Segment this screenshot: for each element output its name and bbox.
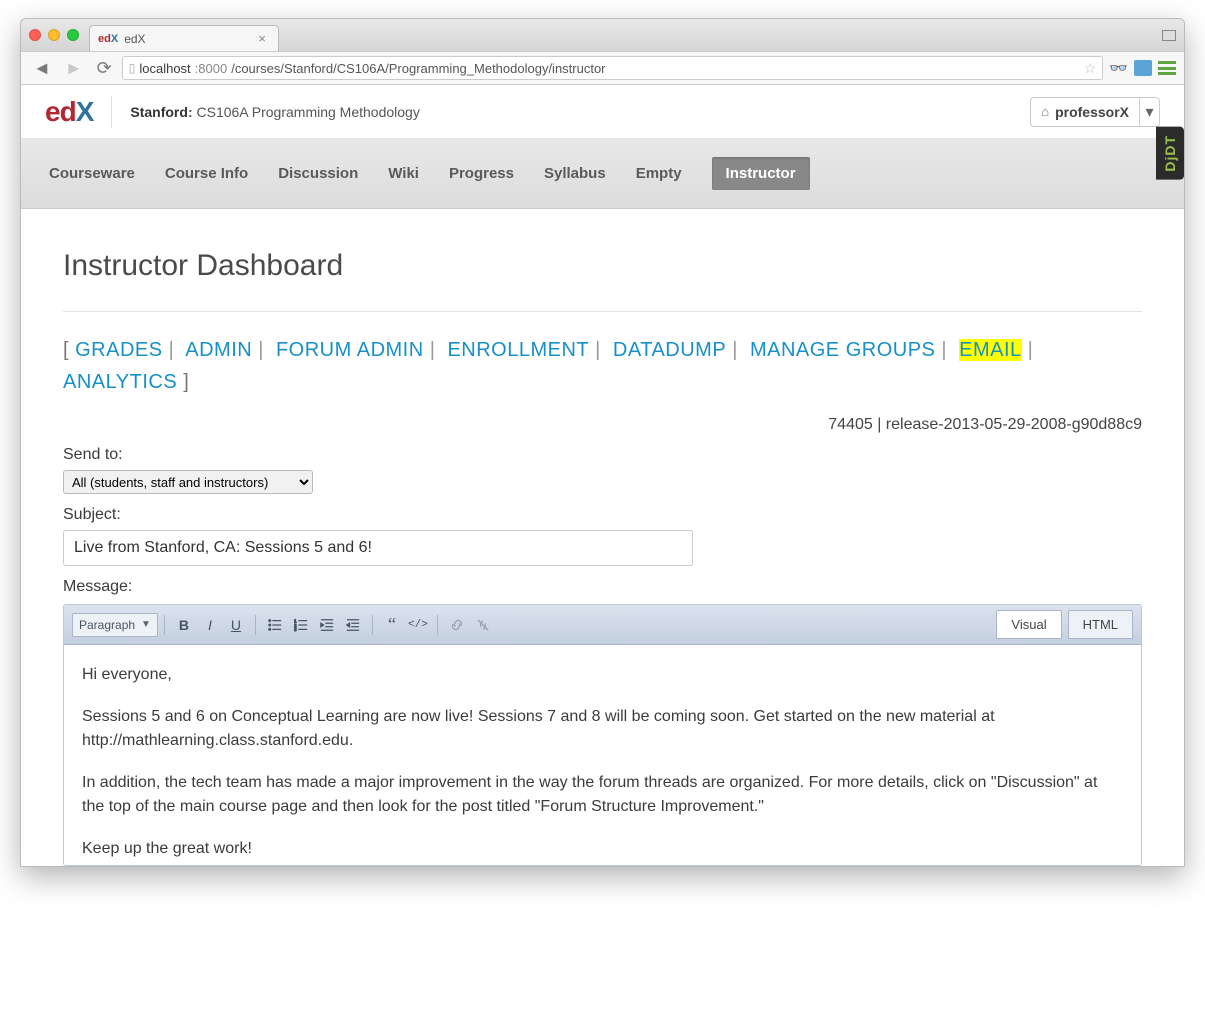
divider: [111, 96, 112, 128]
link-button[interactable]: [444, 613, 470, 637]
unlink-button[interactable]: [470, 613, 496, 637]
rich-text-editor: Paragraph▼ B I U 123: [63, 604, 1142, 866]
user-dropdown-caret[interactable]: ▾: [1139, 98, 1159, 126]
page-title: Instructor Dashboard: [63, 249, 1142, 312]
sublink-enrollment[interactable]: ENROLLMENT: [447, 339, 589, 361]
nav-discussion[interactable]: Discussion: [278, 165, 358, 182]
bookmark-icon[interactable]: ☆: [1084, 60, 1097, 77]
message-paragraph: In addition, the tech team has made a ma…: [82, 771, 1123, 819]
close-tab-button[interactable]: ×: [254, 31, 270, 46]
zoom-window-button[interactable]: [67, 29, 79, 41]
italic-button[interactable]: I: [197, 613, 223, 637]
bold-button[interactable]: B: [171, 613, 197, 637]
editor-toolbar: Paragraph▼ B I U 123: [64, 605, 1141, 645]
url-host: localhost: [139, 61, 190, 76]
svg-text:3: 3: [294, 627, 297, 632]
tab-title: edX: [124, 32, 145, 46]
nav-course-info[interactable]: Course Info: [165, 165, 248, 182]
sublink-forum-admin[interactable]: FORUM ADMIN: [276, 339, 424, 361]
window-box-icon[interactable]: [1162, 30, 1176, 41]
blockquote-button[interactable]: “: [379, 613, 405, 637]
browser-tab[interactable]: edX edX ×: [89, 25, 279, 51]
course-title: Stanford: CS106A Programming Methodology: [130, 104, 419, 120]
sublink-email[interactable]: EMAIL: [959, 339, 1022, 361]
message-paragraph: Keep up the great work!: [82, 837, 1123, 861]
page-icon: ▯: [129, 61, 136, 75]
extension-icon[interactable]: 👓: [1109, 59, 1128, 77]
forward-button[interactable]: ►: [61, 58, 87, 79]
home-icon: ⌂: [1041, 104, 1049, 119]
sublink-manage-groups[interactable]: MANAGE GROUPS: [750, 339, 935, 361]
sublink-admin[interactable]: ADMIN: [185, 339, 252, 361]
format-select[interactable]: Paragraph▼: [72, 613, 158, 637]
browser-tab-strip: edX edX ×: [21, 19, 1184, 51]
close-window-button[interactable]: [29, 29, 41, 41]
site-header: edX Stanford: CS106A Programming Methodo…: [21, 85, 1184, 139]
nav-courseware[interactable]: Courseware: [49, 165, 135, 182]
code-button[interactable]: </>: [405, 613, 431, 637]
url-port: :8000: [195, 61, 228, 76]
course-nav: Courseware Course Info Discussion Wiki P…: [21, 139, 1184, 209]
sublink-analytics[interactable]: ANALYTICS: [63, 371, 177, 393]
subject-label: Subject:: [63, 506, 1142, 524]
chrome-menu-button[interactable]: [1158, 61, 1176, 75]
nav-empty[interactable]: Empty: [636, 165, 682, 182]
bullet-list-button[interactable]: [262, 613, 288, 637]
sendto-select[interactable]: All (students, staff and instructors): [63, 470, 313, 494]
message-paragraph: Hi everyone,: [82, 663, 1123, 687]
html-tab[interactable]: HTML: [1068, 610, 1133, 639]
edx-logo[interactable]: edX: [45, 96, 93, 128]
number-list-button[interactable]: 123: [288, 613, 314, 637]
url-path: /courses/Stanford/CS106A/Programming_Met…: [231, 61, 605, 76]
nav-progress[interactable]: Progress: [449, 165, 514, 182]
message-paragraph: Sessions 5 and 6 on Conceptual Learning …: [82, 705, 1123, 753]
indent-button[interactable]: [340, 613, 366, 637]
sendto-label: Send to:: [63, 446, 1142, 464]
outdent-button[interactable]: [314, 613, 340, 637]
message-label: Message:: [63, 578, 1142, 596]
subject-input[interactable]: [63, 530, 693, 566]
underline-button[interactable]: U: [223, 613, 249, 637]
reload-button[interactable]: ⟳: [93, 58, 116, 79]
url-field[interactable]: ▯ localhost :8000/courses/Stanford/CS106A…: [122, 56, 1104, 80]
release-info: 74405 | release-2013-05-29-2008-g90d88c9: [63, 416, 1142, 434]
nav-instructor[interactable]: Instructor: [712, 157, 810, 190]
user-menu[interactable]: ⌂ professorX ▾: [1030, 97, 1160, 127]
window-controls: [29, 29, 79, 41]
sublink-datadump[interactable]: DATADUMP: [613, 339, 726, 361]
username: professorX: [1055, 104, 1129, 120]
sublink-grades[interactable]: GRADES: [75, 339, 162, 361]
editor-body[interactable]: Hi everyone, Sessions 5 and 6 on Concept…: [64, 645, 1141, 865]
back-button[interactable]: ◄: [29, 58, 55, 79]
nav-syllabus[interactable]: Syllabus: [544, 165, 606, 182]
visual-tab[interactable]: Visual: [996, 610, 1061, 639]
instructor-sublinks: [ GRADES| ADMIN| FORUM ADMIN| ENROLLMENT…: [63, 334, 1142, 398]
nav-wiki[interactable]: Wiki: [388, 165, 419, 182]
extension-icon-2[interactable]: [1134, 60, 1152, 76]
favicon-icon: edX: [98, 33, 118, 45]
django-debug-toolbar[interactable]: DjDT: [1156, 127, 1184, 180]
minimize-window-button[interactable]: [48, 29, 60, 41]
address-bar: ◄ ► ⟳ ▯ localhost :8000/courses/Stanford/…: [21, 51, 1184, 85]
